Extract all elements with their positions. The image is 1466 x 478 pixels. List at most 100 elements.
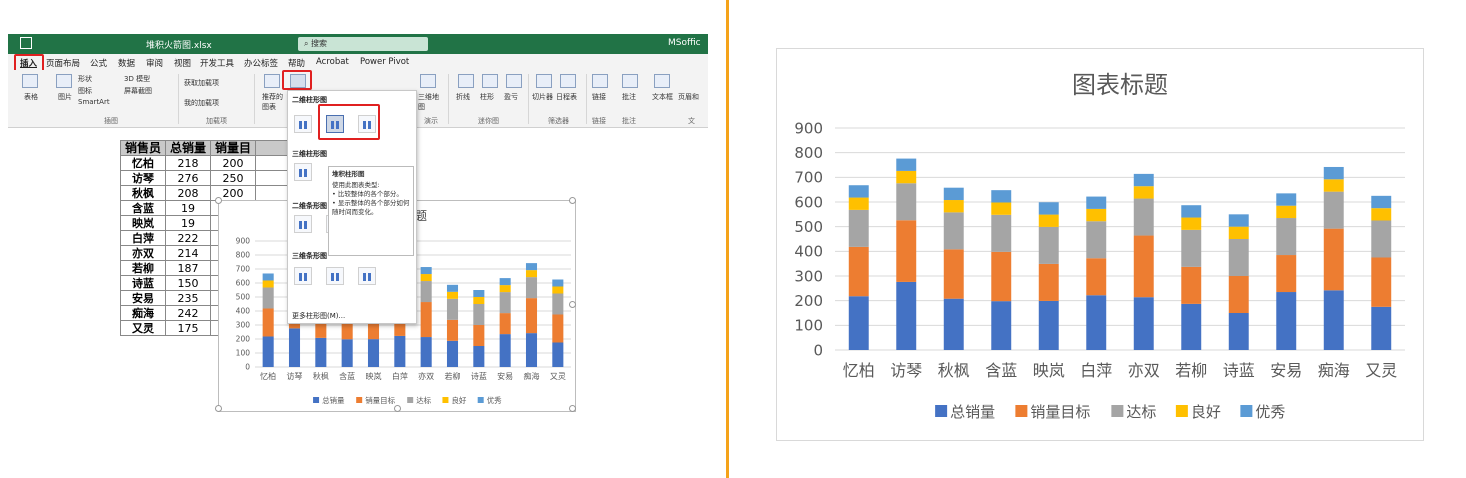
bar-segment-达标	[896, 183, 917, 221]
table-icon[interactable]	[22, 74, 38, 88]
table-cell[interactable]: 222	[165, 230, 212, 246]
sparkline-column-icon[interactable]	[482, 74, 498, 88]
bar-segment-优秀	[1133, 173, 1154, 187]
icons-button[interactable]: 图标	[78, 86, 92, 96]
my-addins-button[interactable]: 我的加载项	[184, 98, 219, 108]
bar-segment-良好	[1276, 205, 1297, 219]
screenshot-button[interactable]: 屏幕截图	[124, 86, 152, 96]
legend-label: 良好	[451, 395, 466, 405]
header-sales-target[interactable]: 销量目	[210, 140, 257, 156]
table-cell[interactable]: 276	[165, 170, 212, 186]
slicer-icon[interactable]	[536, 74, 552, 88]
resize-handle[interactable]	[569, 197, 576, 204]
more-column-charts-link[interactable]: 更多柱形图(M)...	[292, 311, 345, 321]
table-cell[interactable]: 214	[165, 245, 212, 261]
table-cell[interactable]: 150	[165, 275, 212, 291]
3d-percent-stacked-bar-option[interactable]	[358, 267, 376, 285]
table-cell[interactable]: 242	[165, 305, 212, 321]
file-name: 堆积火箭图.xlsx	[146, 41, 212, 51]
search-box[interactable]: ⌕ 搜索	[298, 37, 428, 51]
picture-icon[interactable]	[56, 74, 72, 88]
resize-handle[interactable]	[569, 301, 576, 308]
clustered-column-option[interactable]	[294, 115, 312, 133]
sparkline-line-icon[interactable]	[458, 74, 474, 88]
table-cell[interactable]: 19	[165, 200, 212, 216]
get-addins-button[interactable]: 获取加载项	[184, 78, 219, 88]
table-cell[interactable]: 秋枫	[119, 185, 167, 201]
tab-data[interactable]: 数据	[118, 57, 135, 69]
tab-view[interactable]: 视图	[174, 57, 191, 69]
bar-segment-优秀	[1276, 193, 1297, 206]
table-cell[interactable]: 安易	[119, 290, 167, 306]
table-cell[interactable]: 白萍	[119, 230, 167, 246]
bar-segment-销量目标	[473, 325, 485, 346]
clustered-bar-option[interactable]	[294, 215, 312, 233]
bar-segment-达标	[991, 214, 1012, 252]
3d-column-option[interactable]	[294, 163, 312, 181]
textbox-icon[interactable]	[654, 74, 670, 88]
table-cell[interactable]: 200	[210, 155, 257, 171]
x-tick-label: 安易	[1270, 361, 1302, 380]
table-cell[interactable]: 235	[165, 290, 212, 306]
divider-line	[726, 0, 729, 478]
tab-office-tab[interactable]: 办公标签	[244, 57, 278, 69]
table-cell[interactable]: 诗蓝	[119, 275, 167, 291]
3d-stacked-bar-option[interactable]	[326, 267, 344, 285]
bar-segment-总销量	[552, 342, 564, 367]
tab-developer[interactable]: 开发工具	[200, 57, 234, 69]
bar-segment-销量目标	[1133, 235, 1154, 298]
table-cell[interactable]: 218	[165, 155, 212, 171]
resize-handle[interactable]	[215, 405, 222, 412]
smartart-button[interactable]: SmartArt	[78, 98, 110, 106]
bar-segment-销量目标	[552, 314, 564, 343]
3d-map-icon[interactable]	[420, 74, 436, 88]
link-icon[interactable]	[592, 74, 608, 88]
bar-segment-达标	[446, 298, 459, 320]
tab-review[interactable]: 审阅	[146, 57, 163, 69]
bar-segment-良好	[1133, 186, 1154, 199]
y-tick-label: 900	[236, 237, 251, 246]
bar-segment-良好	[1323, 179, 1344, 192]
comment-icon[interactable]	[622, 74, 638, 88]
tab-power-pivot[interactable]: Power Pivot	[360, 57, 409, 67]
bar-segment-销量目标	[1228, 276, 1249, 313]
table-label: 表格	[24, 93, 38, 101]
stacked-column-chart[interactable]: 图表标题 0 100 200 300 400 500 600 700 800 900 忆柏 访琴 秋枫 含蓝…	[776, 48, 1424, 441]
table-cell[interactable]: 175	[165, 320, 212, 336]
table-cell[interactable]: 187	[165, 260, 212, 276]
header-total-sales[interactable]: 总销量	[165, 140, 212, 156]
table-cell[interactable]: 亦双	[119, 245, 167, 261]
timeline-icon[interactable]	[560, 74, 576, 88]
header-salesperson[interactable]: 销售员	[119, 140, 167, 156]
table-cell[interactable]: 映岚	[119, 215, 167, 231]
table-cell[interactable]: 250	[210, 170, 257, 186]
user-name[interactable]: MSoffic	[668, 38, 701, 48]
sparkline-winloss-icon[interactable]	[506, 74, 522, 88]
resize-handle[interactable]	[569, 405, 576, 412]
y-tick-label: 200	[794, 292, 823, 310]
tab-formulas[interactable]: 公式	[90, 57, 107, 69]
table-cell[interactable]: 208	[165, 185, 212, 201]
table-cell[interactable]: 含蓝	[119, 200, 167, 216]
table-cell[interactable]: 19	[165, 215, 212, 231]
group-comments: 批注	[622, 117, 636, 125]
y-tick-label: 400	[236, 307, 251, 316]
bar-segment-良好	[1086, 208, 1107, 222]
table-cell[interactable]: 又灵	[119, 320, 167, 336]
table-cell[interactable]: 访琴	[119, 170, 167, 186]
tab-help[interactable]: 帮助	[288, 57, 305, 69]
resize-handle[interactable]	[394, 405, 401, 412]
table-cell[interactable]: 若柳	[119, 260, 167, 276]
table-cell[interactable]: 痴海	[119, 305, 167, 321]
tab-page-layout[interactable]: 页面布局	[46, 57, 80, 69]
resize-handle[interactable]	[215, 197, 222, 204]
save-icon[interactable]	[20, 37, 32, 49]
sparkline-line-label: 折线	[456, 93, 470, 101]
3d-clustered-bar-option[interactable]	[294, 267, 312, 285]
shapes-button[interactable]: 形状	[78, 74, 92, 84]
table-cell[interactable]: 忆柏	[119, 155, 167, 171]
tab-acrobat[interactable]: Acrobat	[316, 57, 349, 67]
bar-segment-良好	[525, 270, 538, 278]
recommended-charts-icon[interactable]	[264, 74, 280, 88]
3d-models-button[interactable]: 3D 模型	[124, 74, 150, 84]
